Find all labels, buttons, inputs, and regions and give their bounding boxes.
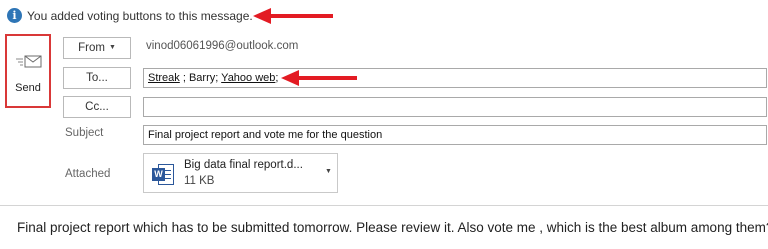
from-address: vinod06061996@outlook.com xyxy=(146,40,299,52)
attachment-item[interactable]: W Big data final report.d... 11 KB ▼ xyxy=(143,153,338,193)
from-label: From xyxy=(78,42,105,55)
recipient-streak[interactable]: Streak xyxy=(148,72,180,84)
attachment-size: 11 KB xyxy=(184,175,215,187)
recipient-yahoo-web[interactable]: Yahoo web xyxy=(221,72,275,84)
cc-field[interactable] xyxy=(143,97,767,117)
info-icon: i xyxy=(7,8,22,23)
subject-field[interactable]: Final project report and vote me for the… xyxy=(143,125,767,145)
recipient-barry[interactable]: Barry xyxy=(189,72,215,84)
send-envelope-icon xyxy=(16,55,42,68)
word-document-icon: W xyxy=(152,164,174,185)
send-button[interactable]: Send xyxy=(5,34,51,108)
chevron-down-icon: ▼ xyxy=(108,44,116,51)
attached-label: Attached xyxy=(65,168,111,180)
to-button[interactable]: To... xyxy=(63,67,131,89)
to-field[interactable]: Streak ; Barry; Yahoo web; xyxy=(143,68,767,88)
attachment-name: Big data final report.d... xyxy=(184,159,303,171)
to-label: To... xyxy=(86,72,108,84)
subject-label: Subject xyxy=(65,127,104,139)
message-body-text: Final project report which has to be sub… xyxy=(17,220,768,235)
attachment-menu-chevron-icon[interactable]: ▼ xyxy=(325,168,332,175)
message-body[interactable]: Final project report which has to be sub… xyxy=(0,205,768,249)
send-label: Send xyxy=(15,82,41,94)
cc-label: Cc... xyxy=(85,101,109,113)
cc-button[interactable]: Cc... xyxy=(63,96,131,118)
info-bar-message: You added voting buttons to this message… xyxy=(27,9,253,23)
from-button[interactable]: From ▼ xyxy=(63,37,131,59)
